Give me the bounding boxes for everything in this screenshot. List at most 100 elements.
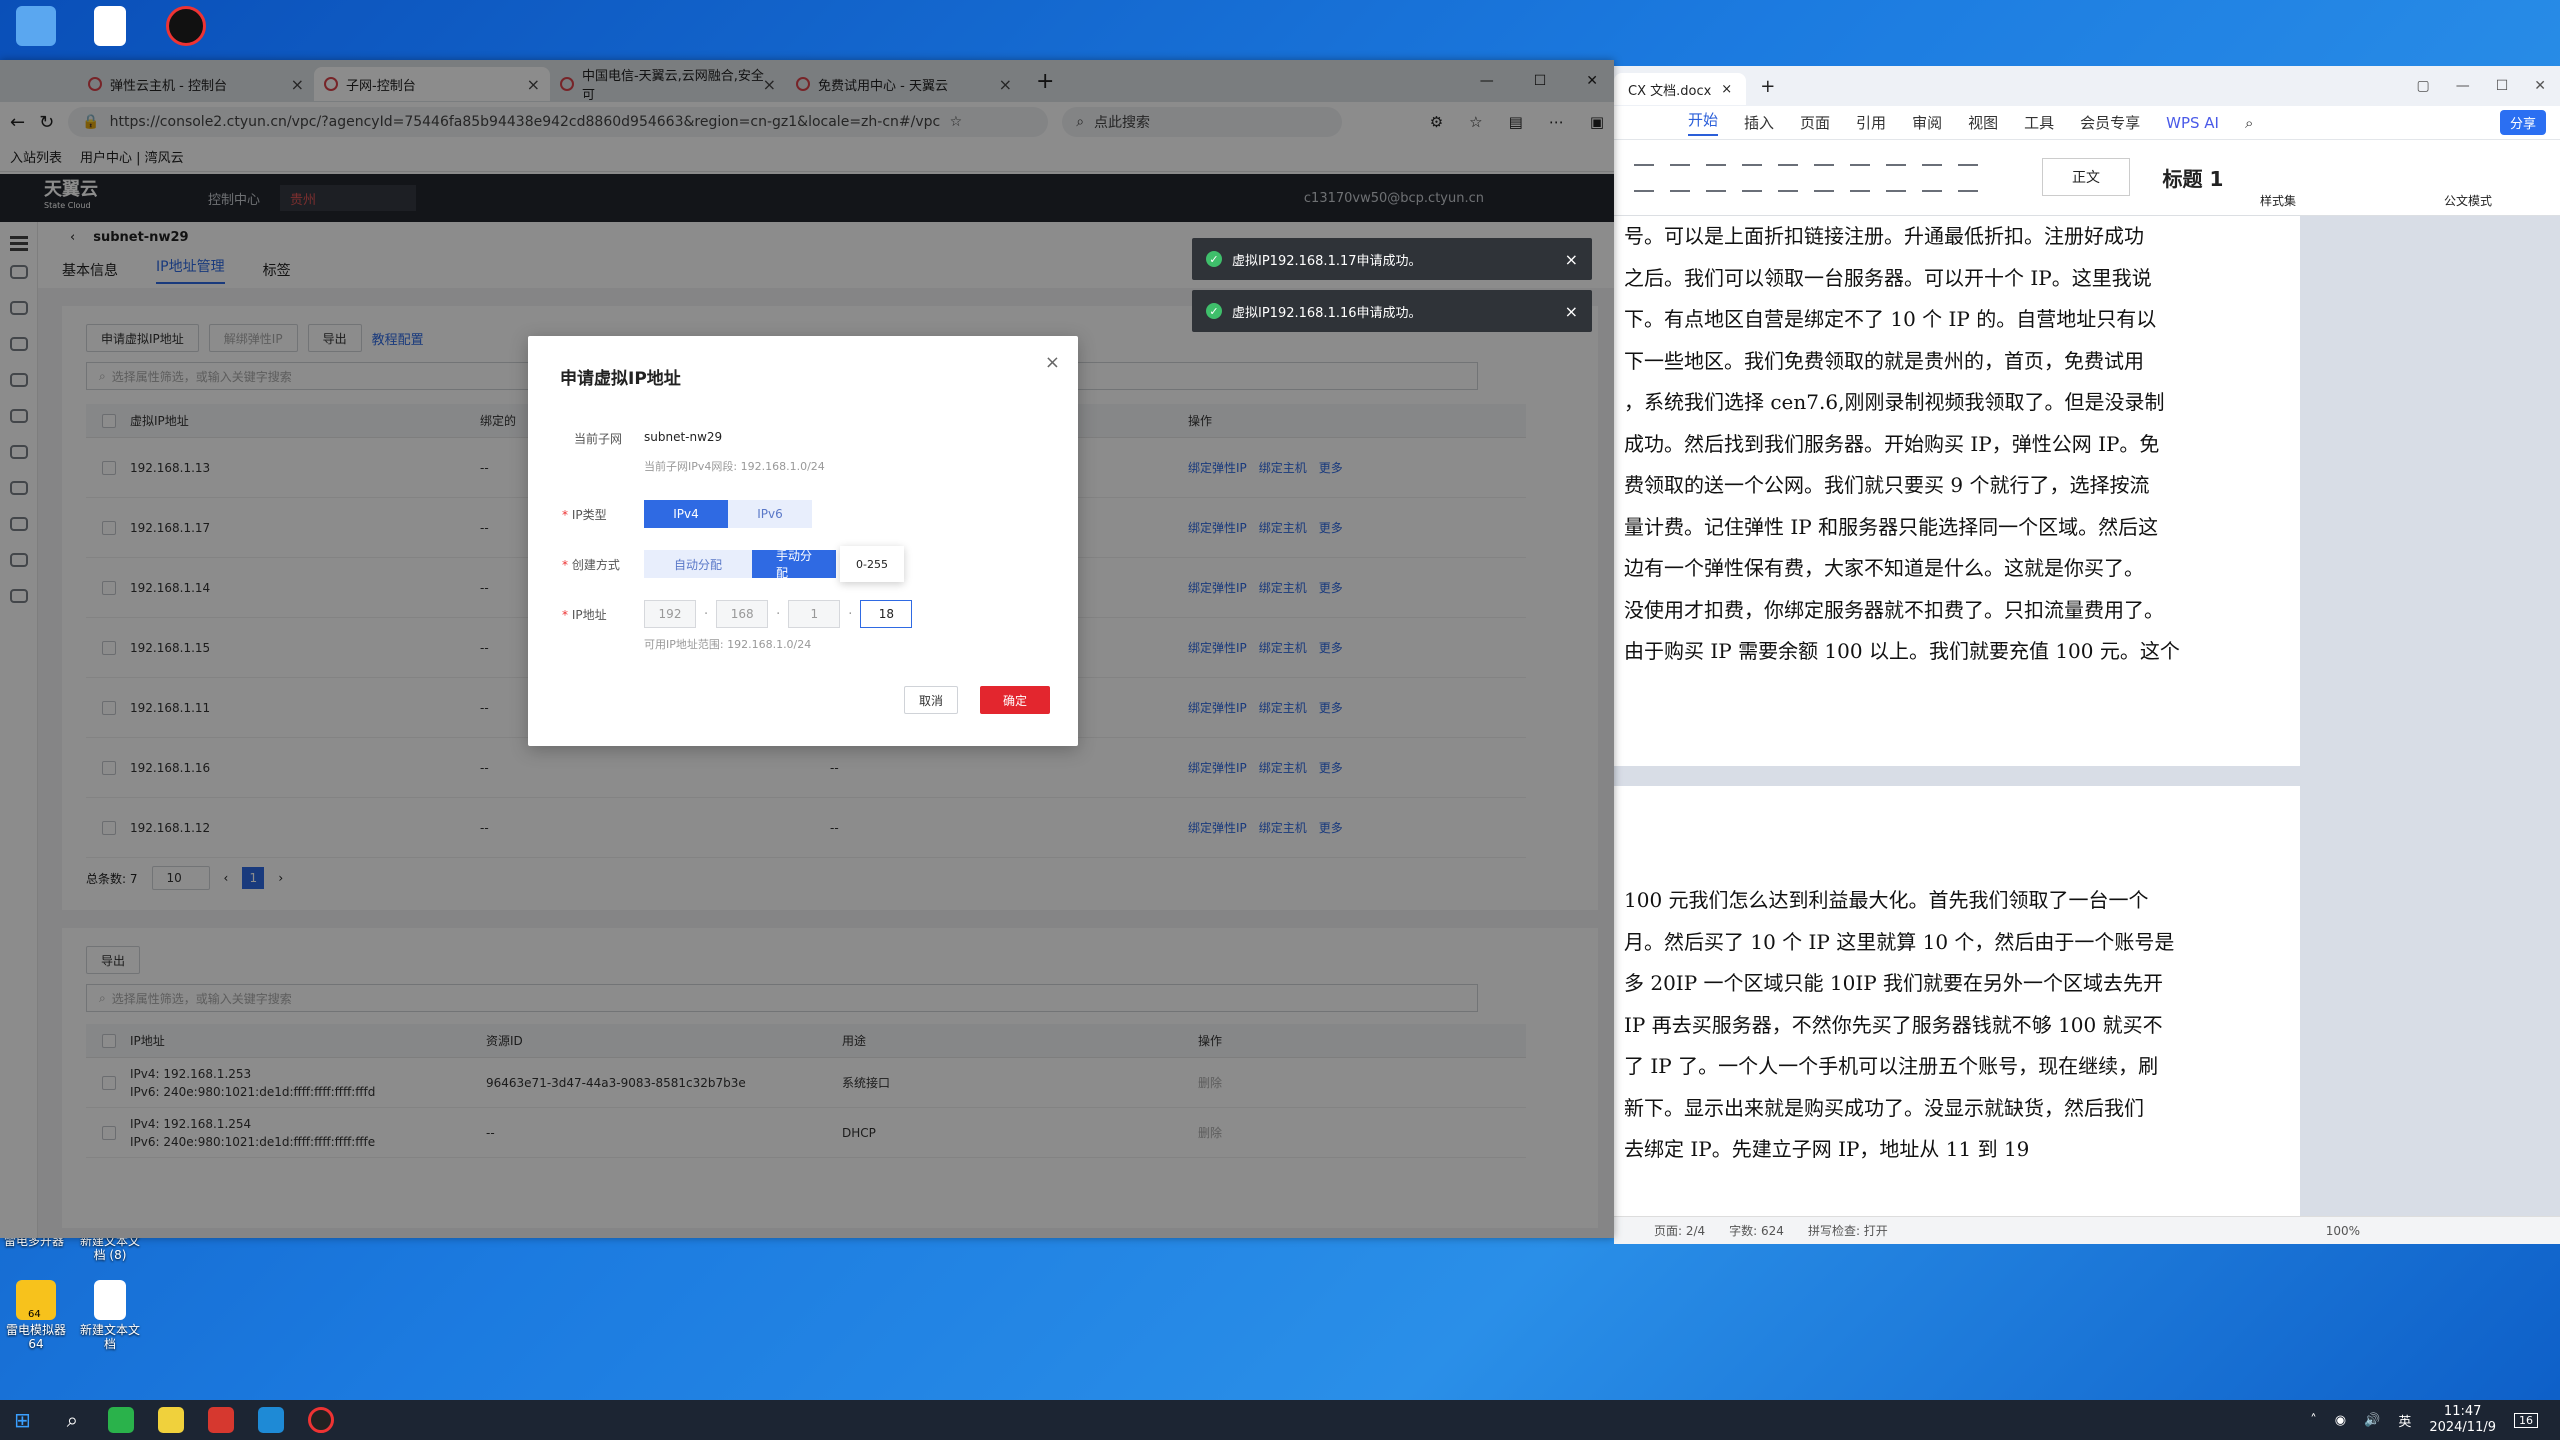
wps-window: CX 文档.docx × + ▢ — ☐ ✕ 开始 插入 页面 引用 审阅 视图 工具 … xyxy=(1614,66,2560,1244)
menu-member[interactable]: 会员专享 xyxy=(2080,112,2140,133)
minimize-icon[interactable]: — xyxy=(2456,78,2470,94)
toast-text: 虚拟IP192.168.1.16申请成功。 xyxy=(1232,305,1422,321)
emulator-icon: 64 xyxy=(16,1280,56,1320)
cancel-button[interactable]: 取消 xyxy=(904,686,959,714)
file-icon xyxy=(94,1280,126,1320)
close-icon[interactable]: × xyxy=(1565,302,1578,321)
format-icon[interactable] xyxy=(1922,180,1942,192)
auto-option[interactable]: 自动分配 xyxy=(644,550,752,578)
menu-view[interactable]: 视图 xyxy=(1968,112,1998,133)
format-icon[interactable] xyxy=(1742,154,1762,166)
page2-line: 了 IP 了。一个人一个手机可以注册五个账号，现在继续，刷 xyxy=(1624,1054,2159,1078)
close-icon[interactable]: × xyxy=(1721,82,1732,97)
desktop-icon-textdoc[interactable]: 新建文本文档 xyxy=(80,1280,140,1351)
menu-wps-ai[interactable]: WPS AI xyxy=(2166,114,2219,132)
network-icon[interactable]: ◉ xyxy=(2335,1413,2346,1428)
wps-doc-tab[interactable]: CX 文档.docx × xyxy=(1614,73,1747,105)
page2-line: 多 20IP 一个区域只能 10IP 我们就要在另外一个区域去先开 xyxy=(1624,971,2164,995)
menu-home[interactable]: 开始 xyxy=(1688,109,1719,136)
menu-page[interactable]: 页面 xyxy=(1800,112,1830,133)
format-icon[interactable] xyxy=(1958,180,1978,192)
menu-review[interactable]: 审阅 xyxy=(1912,112,1942,133)
search-icon[interactable]: ⌕ xyxy=(2245,114,2253,132)
format-icon[interactable] xyxy=(1958,154,1978,166)
status-words[interactable]: 字数: 624 xyxy=(1729,1222,1784,1239)
toast-success: ✓ 虚拟IP192.168.1.17申请成功。 × xyxy=(1192,238,1592,280)
subnet-hint: 当前子网IPv4网段: 192.168.1.0/24 xyxy=(644,460,825,473)
edge-icon[interactable] xyxy=(257,1407,284,1433)
close-icon[interactable]: × xyxy=(1565,250,1578,269)
format-tools xyxy=(1634,154,2004,192)
format-icon[interactable] xyxy=(1742,180,1762,192)
layout-icon[interactable]: ▢ xyxy=(2416,78,2429,94)
desktop-icon-label: 新建文本文档 xyxy=(80,1323,141,1351)
notification-badge[interactable]: 16 xyxy=(2514,1412,2538,1428)
desktop-icon-textdoc8[interactable]: 新建文本文档 (8) xyxy=(80,1234,140,1262)
wps-statusbar: 页面: 2/4 字数: 624 拼写检查: 打开 100% xyxy=(1614,1216,2560,1244)
recorder-icon[interactable] xyxy=(307,1407,334,1433)
taskbar-apps xyxy=(107,1407,334,1433)
menu-insert[interactable]: 插入 xyxy=(1744,112,1774,133)
desktop-icon-recorder[interactable] xyxy=(156,6,216,49)
format-icon[interactable] xyxy=(1850,154,1870,166)
menu-tools[interactable]: 工具 xyxy=(2024,112,2054,133)
ipv6-option[interactable]: IPv6 xyxy=(728,500,812,528)
wps-tabbar: CX 文档.docx × + ▢ — ☐ ✕ xyxy=(1614,66,2560,106)
computer-icon xyxy=(16,6,56,46)
ime-indicator[interactable]: 英 xyxy=(2398,1411,2411,1430)
clock[interactable]: 11:47 2024/11/9 xyxy=(2429,1404,2496,1436)
format-icon[interactable] xyxy=(1706,154,1726,166)
style-heading1[interactable]: 标题 1 xyxy=(2138,158,2248,196)
octet-4-input[interactable]: 18 xyxy=(860,600,913,628)
maximize-icon[interactable]: ☐ xyxy=(2496,78,2509,94)
page1-line: 号。可以是上面折扣链接注册。升通最低折扣。注册好成功 xyxy=(1624,224,2144,248)
desktop-icon-file[interactable] xyxy=(80,6,140,49)
format-icon[interactable] xyxy=(1850,180,1870,192)
confirm-button[interactable]: 确定 xyxy=(980,686,1051,714)
manual-option[interactable]: 手动分配 xyxy=(752,549,836,580)
chevron-up-icon[interactable]: ˄ xyxy=(2310,1413,2317,1428)
octet-3: 1 xyxy=(788,600,841,628)
emulator-badge: 64 xyxy=(28,1309,41,1320)
subnet-label: 当前子网 xyxy=(574,432,623,446)
page1-line: 量计费。记住弹性 IP 和服务器只能选择同一个区域。然后这 xyxy=(1624,514,2159,539)
status-zoom[interactable]: 100% xyxy=(2326,1224,2360,1238)
check-circle-icon: ✓ xyxy=(1206,251,1222,267)
ipv4-option[interactable]: IPv4 xyxy=(644,500,728,528)
qq-icon[interactable] xyxy=(157,1407,184,1433)
volume-icon[interactable]: 🔊 xyxy=(2364,1413,2380,1428)
format-icon[interactable] xyxy=(1886,154,1906,166)
format-icon[interactable] xyxy=(1670,154,1690,166)
windows-start-icon[interactable]: ⊞ xyxy=(14,1408,31,1432)
search-icon[interactable]: ⌕ xyxy=(67,1408,78,1432)
format-icon[interactable] xyxy=(1778,180,1798,192)
close-icon[interactable]: ✕ xyxy=(2534,78,2546,94)
doc-mode[interactable]: 公文模式 xyxy=(2444,192,2492,209)
share-button[interactable]: 分享 xyxy=(2499,110,2546,135)
iptype-text: IP类型 xyxy=(571,508,607,522)
status-spell[interactable]: 拼写检查: 打开 xyxy=(1808,1222,1888,1239)
format-icon[interactable] xyxy=(1778,154,1798,166)
desktop-icon-ld-emulator[interactable]: 64 雷电模拟器64 xyxy=(6,1280,66,1351)
format-icon[interactable] xyxy=(1706,180,1726,192)
wps-icon[interactable] xyxy=(207,1407,234,1433)
doc-page-1[interactable]: 号。可以是上面折扣链接注册。升通最低折扣。注册好成功 之后。我们可以领取一台服务器… xyxy=(1614,216,2300,766)
format-icon[interactable] xyxy=(1922,154,1942,166)
file-icon xyxy=(94,6,126,46)
clock-date: 2024/11/9 xyxy=(2429,1420,2496,1435)
format-icon[interactable] xyxy=(1634,180,1654,192)
menu-reference[interactable]: 引用 xyxy=(1856,112,1886,133)
format-icon[interactable] xyxy=(1634,154,1654,166)
format-icon[interactable] xyxy=(1814,180,1834,192)
style-set[interactable]: 样式集 xyxy=(2260,192,2296,209)
format-icon[interactable] xyxy=(1886,180,1906,192)
close-icon[interactable]: × xyxy=(1045,352,1060,373)
wechat-icon[interactable] xyxy=(107,1407,134,1433)
doc-page-2[interactable]: 100 元我们怎么达到利益最大化。首先我们领取了一台一个 月。然后买了 10 个 … xyxy=(1614,786,2300,1216)
format-icon[interactable] xyxy=(1814,154,1834,166)
method-segment: 自动分配 手动分配 xyxy=(644,549,836,580)
plus-icon[interactable]: + xyxy=(1760,76,1775,97)
style-normal[interactable]: 正文 xyxy=(2042,158,2130,196)
desktop-icon-computer[interactable] xyxy=(6,6,66,49)
format-icon[interactable] xyxy=(1670,180,1690,192)
